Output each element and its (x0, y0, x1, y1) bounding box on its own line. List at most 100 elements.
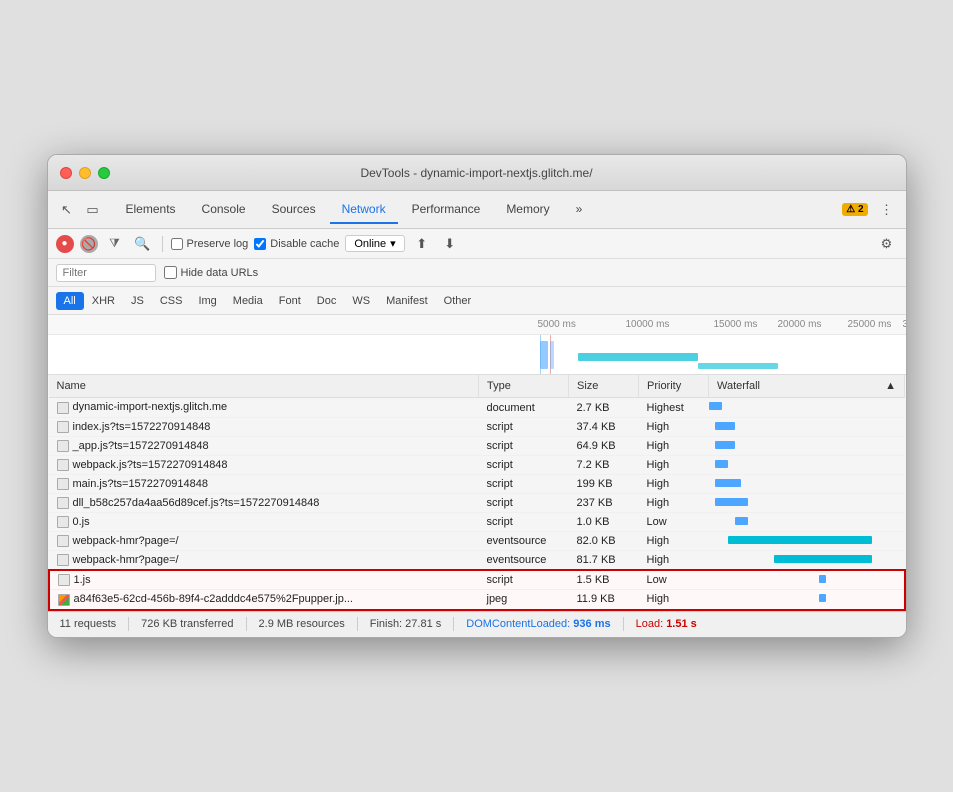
cell-size: 82.0 KB (569, 532, 639, 551)
type-btn-ws[interactable]: WS (344, 292, 378, 310)
device-toolbar-icon[interactable]: ▭ (82, 199, 104, 221)
type-btn-doc[interactable]: Doc (309, 292, 345, 310)
cell-name: main.js?ts=1572270914848 (49, 474, 479, 493)
tab-sources[interactable]: Sources (260, 196, 328, 224)
cell-type: eventsource (479, 551, 569, 571)
table-row[interactable]: _app.js?ts=1572270914848script64.9 KBHig… (49, 436, 905, 455)
type-btn-img[interactable]: Img (190, 292, 224, 310)
more-options-icon[interactable]: ⋮ (876, 199, 898, 221)
cell-size: 81.7 KB (569, 551, 639, 571)
type-btn-manifest[interactable]: Manifest (378, 292, 436, 310)
table-row[interactable]: webpack-hmr?page=/eventsource82.0 KBHigh (49, 532, 905, 551)
status-transferred: 726 KB transferred (141, 618, 233, 630)
type-btn-all[interactable]: All (56, 292, 84, 310)
cell-type: jpeg (479, 590, 569, 610)
cell-waterfall (709, 532, 905, 551)
minimize-button[interactable] (79, 167, 91, 179)
file-icon (57, 421, 69, 433)
network-table-body: dynamic-import-nextjs.glitch.medocument2… (49, 398, 905, 610)
import-icon[interactable]: ⬆ (411, 233, 433, 255)
type-btn-css[interactable]: CSS (152, 292, 191, 310)
cell-waterfall (709, 455, 905, 474)
warning-badge[interactable]: ⚠ 2 (842, 203, 867, 216)
hide-data-urls-checkbox[interactable]: Hide data URLs (164, 266, 259, 279)
tab-network[interactable]: Network (330, 196, 398, 224)
cell-name: 0.js (49, 513, 479, 532)
preserve-log-checkbox[interactable]: Preserve log (171, 238, 249, 250)
cell-priority: Low (639, 513, 709, 532)
col-header-name[interactable]: Name (49, 375, 479, 398)
disable-cache-checkbox[interactable]: Disable cache (254, 238, 339, 250)
table-row[interactable]: dynamic-import-nextjs.glitch.medocument2… (49, 398, 905, 417)
ruler-10000: 10000 ms (626, 319, 670, 330)
type-btn-media[interactable]: Media (225, 292, 271, 310)
cell-name: dll_b58c257da4aa56d89cef.js?ts=157227091… (49, 493, 479, 512)
cursor-icon[interactable]: ↖ (56, 199, 78, 221)
col-header-size[interactable]: Size (569, 375, 639, 398)
maximize-button[interactable] (98, 167, 110, 179)
waterfall-bar (728, 536, 872, 544)
ruler-25000: 25000 ms (848, 319, 892, 330)
cell-waterfall (709, 417, 905, 436)
cell-name: 1.js (49, 570, 479, 590)
tab-elements[interactable]: Elements (114, 196, 188, 224)
table-row[interactable]: index.js?ts=1572270914848script37.4 KBHi… (49, 417, 905, 436)
tab-more[interactable]: » (564, 196, 595, 224)
tab-console[interactable]: Console (190, 196, 258, 224)
settings-icon[interactable]: ⚙ (876, 233, 898, 255)
cell-priority: High (639, 436, 709, 455)
col-header-type[interactable]: Type (479, 375, 569, 398)
table-row[interactable]: main.js?ts=1572270914848script199 KBHigh (49, 474, 905, 493)
network-table-container[interactable]: Name Type Size Priority Waterfall ▲ dyna… (48, 375, 906, 610)
preserve-log-input[interactable] (171, 238, 183, 250)
hide-data-urls-input[interactable] (164, 266, 177, 279)
tab-performance[interactable]: Performance (400, 196, 493, 224)
separator (162, 236, 163, 252)
traffic-lights (60, 167, 110, 179)
load-value: 1.51 s (666, 618, 697, 630)
cell-type: script (479, 436, 569, 455)
hide-data-urls-label: Hide data URLs (181, 267, 259, 279)
table-row[interactable]: webpack-hmr?page=/eventsource81.7 KBHigh (49, 551, 905, 571)
close-button[interactable] (60, 167, 72, 179)
table-row[interactable]: 1.jsscript1.5 KBLow (49, 570, 905, 590)
filter-input[interactable] (56, 264, 156, 282)
tab-memory[interactable]: Memory (494, 196, 561, 224)
cell-waterfall (709, 551, 905, 571)
type-btn-other[interactable]: Other (436, 292, 480, 310)
file-icon (57, 459, 69, 471)
cell-type: eventsource (479, 532, 569, 551)
cell-priority: High (639, 590, 709, 610)
cell-size: 199 KB (569, 474, 639, 493)
type-btn-xhr[interactable]: XHR (84, 292, 123, 310)
type-btn-js[interactable]: JS (123, 292, 152, 310)
search-icon[interactable]: 🔍 (132, 233, 154, 255)
table-row[interactable]: a84f63e5-62cd-456b-89f4-c2adddc4e575%2Fp… (49, 590, 905, 610)
cell-priority: High (639, 417, 709, 436)
filter-icon[interactable]: ⧩ (104, 233, 126, 255)
cell-priority: Low (639, 570, 709, 590)
table-row[interactable]: dll_b58c257da4aa56d89cef.js?ts=157227091… (49, 493, 905, 512)
clear-button[interactable]: 🚫 (80, 235, 98, 253)
col-header-waterfall[interactable]: Waterfall ▲ (709, 375, 905, 398)
timeline-container: 5000 ms 10000 ms 15000 ms 20000 ms 25000… (48, 315, 906, 375)
devtools-window: DevTools - dynamic-import-nextjs.glitch.… (47, 154, 907, 637)
col-header-priority[interactable]: Priority (639, 375, 709, 398)
throttle-dropdown[interactable]: Online ▾ (345, 235, 404, 252)
table-row[interactable]: webpack.js?ts=1572270914848script7.2 KBH… (49, 455, 905, 474)
cell-name: webpack-hmr?page=/ (49, 532, 479, 551)
type-btn-font[interactable]: Font (271, 292, 309, 310)
cell-priority: High (639, 493, 709, 512)
dom-content-loaded-value: 936 ms (573, 618, 610, 630)
table-row[interactable]: 0.jsscript1.0 KBLow (49, 513, 905, 532)
cell-waterfall (709, 474, 905, 493)
devtools-icons-left: ↖ ▭ (56, 199, 104, 221)
file-icon (58, 594, 70, 606)
cell-name: _app.js?ts=1572270914848 (49, 436, 479, 455)
title-bar: DevTools - dynamic-import-nextjs.glitch.… (48, 155, 906, 191)
record-button[interactable]: ● (56, 235, 74, 253)
status-dom-content-loaded: DOMContentLoaded: 936 ms (466, 618, 610, 630)
disable-cache-input[interactable] (254, 238, 266, 250)
status-load: Load: 1.51 s (636, 618, 697, 630)
export-icon[interactable]: ⬇ (439, 233, 461, 255)
